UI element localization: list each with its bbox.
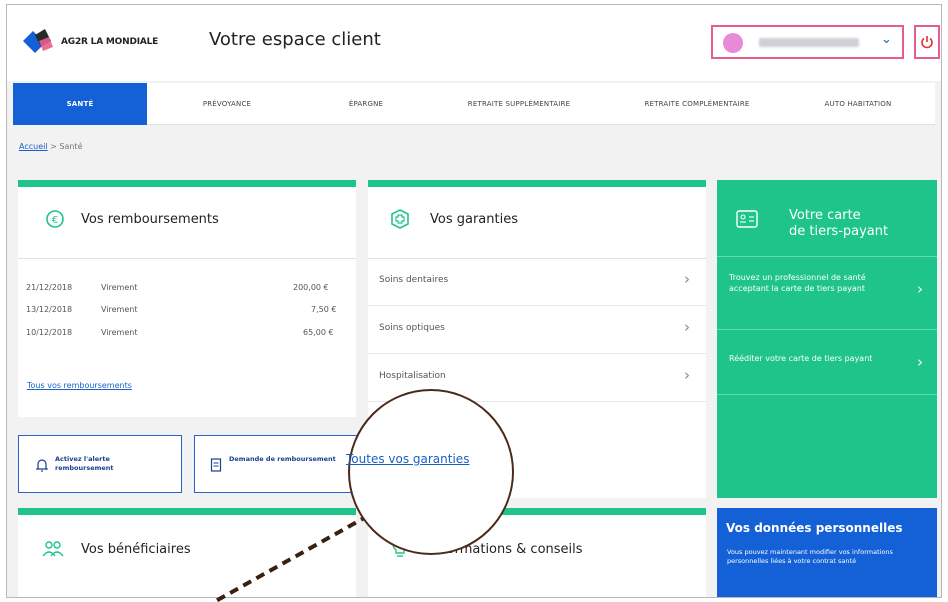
magnifier-circle	[348, 389, 514, 555]
all-garanties-link[interactable]: Toutes vos garanties	[346, 452, 469, 466]
